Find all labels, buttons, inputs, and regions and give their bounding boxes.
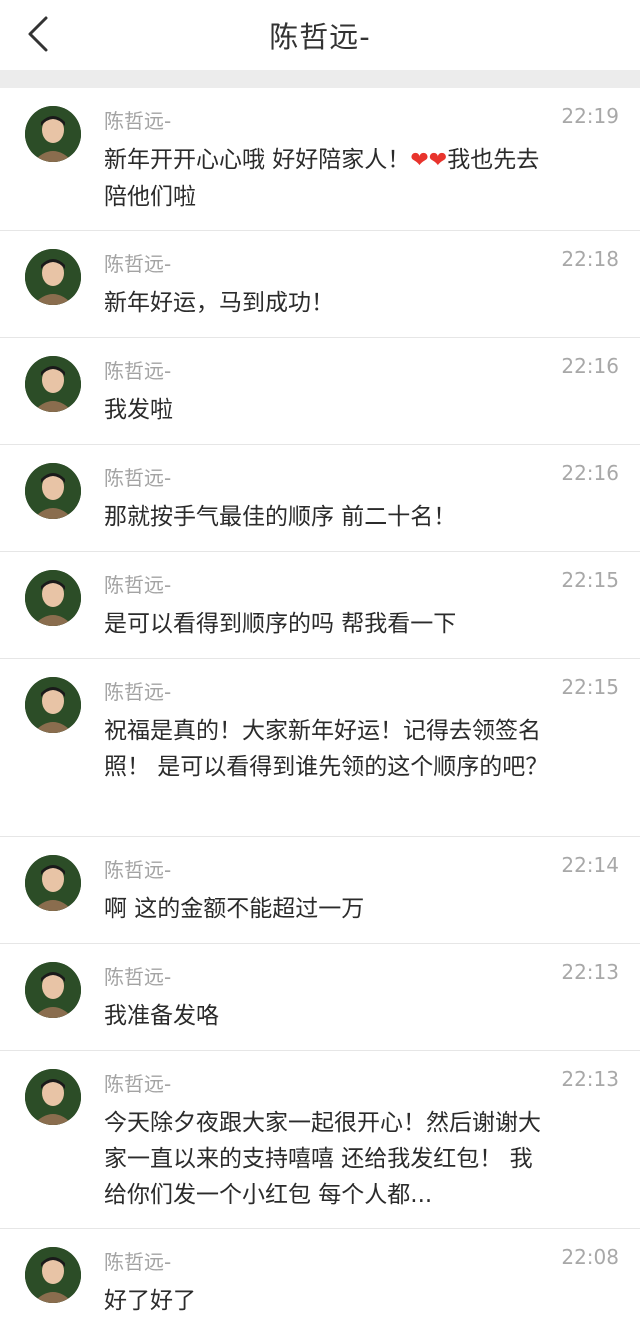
message-item[interactable]: 陈哲远- 22:13 我准备发咯 <box>0 944 640 1051</box>
sender-name: 陈哲远- <box>104 359 172 383</box>
message-item[interactable]: 陈哲远- 22:18 新年好运，马到成功！ <box>0 231 640 338</box>
avatar[interactable] <box>25 1247 81 1303</box>
message-time: 22:13 <box>561 1067 619 1091</box>
chevron-left-icon <box>28 16 48 52</box>
avatar[interactable] <box>25 855 81 911</box>
message-text: 好了好了 <box>104 1288 196 1314</box>
message-text: 是可以看得到顺序的吗 帮我看一下 <box>104 611 457 637</box>
message-time: 22:18 <box>561 247 619 271</box>
message-time: 22:15 <box>561 675 619 699</box>
avatar[interactable] <box>25 249 81 305</box>
message-time: 22:16 <box>561 461 619 485</box>
message-text: 那就按手气最佳的顺序 前二十名！ <box>104 504 457 530</box>
sender-name: 陈哲远- <box>104 965 172 989</box>
sender-name: 陈哲远- <box>104 1250 172 1274</box>
message-text: 我准备发咯 <box>104 1003 219 1029</box>
sender-name: 陈哲远- <box>104 109 172 133</box>
message-text: 今天除夕夜跟大家一起很开心！然后谢谢大家一直以来的支持嘻嘻 还给我发红包！ 我给… <box>104 1110 541 1208</box>
page-title: 陈哲远- <box>269 20 371 54</box>
avatar[interactable] <box>25 356 81 412</box>
avatar[interactable] <box>25 106 81 162</box>
message-item[interactable]: 陈哲远- 22:14 啊 这的金额不能超过一万 <box>0 837 640 944</box>
heart-icon: ❤❤ <box>410 148 448 173</box>
avatar[interactable] <box>25 1069 81 1125</box>
message-item[interactable]: 陈哲远- 22:15 是可以看得到顺序的吗 帮我看一下 <box>0 552 640 659</box>
message-item[interactable]: 陈哲远- 22:16 那就按手气最佳的顺序 前二十名！ <box>0 445 640 552</box>
message-text: 新年好运，马到成功！ <box>104 290 334 316</box>
message-time: 22:19 <box>561 104 619 128</box>
sender-name: 陈哲远- <box>104 573 172 597</box>
sender-name: 陈哲远- <box>104 466 172 490</box>
back-button[interactable] <box>18 12 58 56</box>
message-time: 22:15 <box>561 568 619 592</box>
message-time: 22:16 <box>561 354 619 378</box>
header-divider <box>0 70 640 88</box>
message-item[interactable]: 陈哲远- 22:16 我发啦 <box>0 338 640 445</box>
message-time: 22:13 <box>561 960 619 984</box>
avatar[interactable] <box>25 463 81 519</box>
avatar[interactable] <box>25 677 81 733</box>
message-list[interactable]: 陈哲远- 22:19 新年开开心心哦 好好陪家人！❤❤我也先去陪他们啦 陈哲远-… <box>0 88 640 1322</box>
message-item[interactable]: 陈哲远- 22:19 新年开开心心哦 好好陪家人！❤❤我也先去陪他们啦 <box>0 88 640 231</box>
message-item[interactable]: 陈哲远- 22:13 今天除夕夜跟大家一起很开心！然后谢谢大家一直以来的支持嘻嘻… <box>0 1051 640 1229</box>
message-time: 22:08 <box>561 1245 619 1269</box>
sender-name: 陈哲远- <box>104 252 172 276</box>
message-text: 新年开开心心哦 好好陪家人！❤❤我也先去陪他们啦 <box>104 147 540 210</box>
message-text: 啊 这的金额不能超过一万 <box>104 896 365 922</box>
message-text: 我发啦 <box>104 397 173 423</box>
message-time: 22:14 <box>561 853 619 877</box>
sender-name: 陈哲远- <box>104 680 172 704</box>
top-bar: 陈哲远- <box>0 0 640 70</box>
message-item[interactable]: 陈哲远- 22:15 祝福是真的！大家新年好运！记得去领签名照！ 是可以看得到谁… <box>0 659 640 837</box>
message-text: 祝福是真的！大家新年好运！记得去领签名照！ 是可以看得到谁先领的这个顺序的吧？ <box>104 718 549 780</box>
message-item[interactable]: 陈哲远- 22:08 好了好了 <box>0 1229 640 1322</box>
sender-name: 陈哲远- <box>104 858 172 882</box>
avatar[interactable] <box>25 570 81 626</box>
avatar[interactable] <box>25 962 81 1018</box>
sender-name: 陈哲远- <box>104 1072 172 1096</box>
